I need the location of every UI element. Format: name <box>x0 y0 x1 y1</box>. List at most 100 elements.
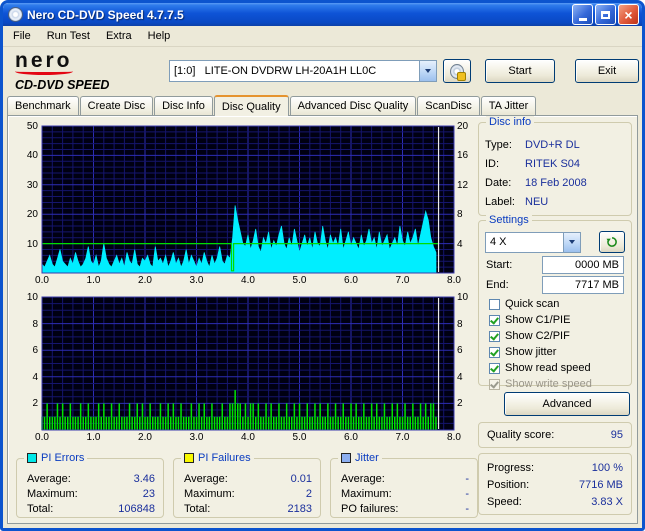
pie-maximum-label: Maximum: <box>27 487 78 500</box>
exit-button[interactable]: Exit <box>575 59 639 83</box>
pi-failures-title: PI Failures <box>198 452 251 464</box>
pie-average-label: Average: <box>27 472 71 485</box>
y-axis-left-tick: 20 <box>26 209 38 221</box>
pi-errors-title: PI Errors <box>41 452 85 464</box>
y-axis-left-tick: 10 <box>26 238 38 250</box>
checkbox-show-read-speed[interactable]: Show read speed <box>483 360 627 376</box>
speed-dropdown-arrow-icon[interactable] <box>563 232 580 252</box>
close-icon: × <box>624 6 633 23</box>
y-axis-right-tick: 8 <box>457 318 463 330</box>
maximize-button[interactable] <box>595 4 616 25</box>
pi-failures-legend: PI Failures Average: 0.01 Maximum: 2 Total… <box>173 452 321 518</box>
pif-maximum-value: 2 <box>305 487 312 500</box>
refresh-button[interactable] <box>599 231 625 253</box>
drive-properties-button[interactable] <box>443 59 471 83</box>
pie-total-label: Total: <box>27 502 54 515</box>
x-axis-tick: 2.0 <box>138 275 152 286</box>
y-axis-right-tick: 12 <box>457 179 469 191</box>
tab-scandisc[interactable]: ScanDisc <box>417 96 480 115</box>
x-axis-tick: 7.0 <box>395 432 410 443</box>
x-axis-tick: 0.0 <box>35 432 49 443</box>
y-axis-left-tick: 50 <box>26 121 38 132</box>
jitter-maximum-value: - <box>465 487 469 500</box>
jitter-maximum-label: Maximum: <box>341 487 392 500</box>
drive-selector[interactable]: [1:0] LITE-ON DVDRW LH-20A1H LL0C <box>169 60 437 82</box>
speed-label: Speed: <box>487 495 522 508</box>
checkbox-show-jitter[interactable]: Show jitter <box>483 344 627 360</box>
x-axis-tick: 3.0 <box>189 432 204 443</box>
checkbox-show-write-speed[interactable]: Show write speed <box>483 376 627 392</box>
disc-info-group: Disc info Type: DVD+R DL ID: RITEK S04 Dat… <box>478 116 632 216</box>
disc-id-value: RITEK S04 <box>525 157 581 170</box>
pie-chart: 10 20 30 40 50 4 8 12 16 20 0.0 1.0 2.0 3.0 4.0 5.0 6.0 7… <box>16 121 478 288</box>
minimize-button[interactable] <box>572 4 593 25</box>
close-button[interactable]: × <box>618 4 639 25</box>
disc-id-label: ID: <box>485 157 500 170</box>
jitter-legend: Jitter Average: - Maximum: - PO failures: - <box>330 452 478 518</box>
position-label: Position: <box>487 478 530 491</box>
drive-selector-value: [1:0] LITE-ON DVDRW LH-20A1H LL0C <box>174 65 377 77</box>
start-button[interactable]: Start <box>485 59 555 83</box>
jitter-average-value: - <box>465 472 469 485</box>
tab-disc-info[interactable]: Disc Info <box>154 96 213 115</box>
advanced-button[interactable]: Advanced <box>504 392 630 416</box>
nero-logo: nero CD-DVD SPEED <box>7 50 161 92</box>
tab-advanced-disc-quality[interactable]: Advanced Disc Quality <box>289 96 417 115</box>
po-failures-label: PO failures: <box>341 502 399 515</box>
speed-value: 3.83 X <box>591 495 623 508</box>
tab-disc-quality[interactable]: Disc Quality <box>213 95 289 116</box>
disc-label-value: NEU <box>525 195 549 208</box>
pif-average-value: 0.01 <box>290 472 312 485</box>
y-axis-right-tick: 2 <box>457 398 463 410</box>
toolbar: nero CD-DVD SPEED [1:0] LITE-ON DVDRW LH… <box>3 47 642 95</box>
refresh-icon <box>606 237 617 247</box>
y-axis-right-tick: 8 <box>457 209 463 221</box>
quality-score-label: Quality score: <box>487 429 555 441</box>
x-axis-tick: 8.0 <box>447 432 461 443</box>
y-axis-right-tick: 20 <box>457 121 469 132</box>
pie-color-swatch <box>27 453 37 463</box>
checkbox-show-c2-pif[interactable]: Show C2/PIF <box>483 328 627 344</box>
y-axis-left-tick: 30 <box>26 179 38 191</box>
pif-color-swatch <box>184 453 194 463</box>
start-position-field[interactable]: 0000 MB <box>542 256 624 274</box>
y-axis-right-tick: 10 <box>457 292 469 303</box>
y-axis-left-tick: 8 <box>32 318 38 330</box>
x-axis-tick: 2.0 <box>138 432 152 443</box>
title-bar[interactable]: Nero CD-DVD Speed 4.7.7.5 × <box>3 3 642 26</box>
menu-extra[interactable]: Extra <box>98 27 140 45</box>
y-axis-left-tick: 2 <box>32 398 38 410</box>
disc-type-value: DVD+R DL <box>525 138 580 151</box>
x-axis-tick: 6.0 <box>344 432 358 443</box>
checkbox-icon <box>489 362 500 374</box>
y-axis-right-tick: 16 <box>457 150 469 162</box>
speed-selector[interactable]: 4 X <box>485 231 581 253</box>
x-axis-tick: 1.0 <box>86 275 101 286</box>
end-position-label: End: <box>486 279 509 291</box>
pie-total-value: 106848 <box>118 502 155 515</box>
disc-quality-page: 10 20 30 40 50 4 8 12 16 20 0.0 1.0 2.0 3.0 4.0 5.0 6.0 7… <box>7 115 638 524</box>
menu-file[interactable]: File <box>5 27 39 45</box>
product-name-text: CD-DVD SPEED <box>15 77 110 92</box>
right-panel: Disc info Type: DVD+R DL ID: RITEK S04 Dat… <box>478 116 632 518</box>
window-title: Nero CD-DVD Speed 4.7.7.5 <box>27 7 184 22</box>
checkbox-show-c1-pie[interactable]: Show C1/PIE <box>483 312 627 328</box>
menu-run-test[interactable]: Run Test <box>39 27 98 45</box>
dropdown-arrow-icon[interactable] <box>419 61 436 81</box>
tab-benchmark[interactable]: Benchmark <box>7 96 79 115</box>
quality-score-box: Quality score: 95 <box>478 422 632 448</box>
tab-ta-jitter[interactable]: TA Jitter <box>480 96 537 115</box>
x-axis-tick: 8.0 <box>447 275 461 286</box>
checkbox-quick-scan[interactable]: Quick scan <box>483 296 627 312</box>
y-axis-left-tick: 40 <box>26 150 38 162</box>
disc-type-label: Type: <box>485 138 512 151</box>
menu-help[interactable]: Help <box>140 27 179 45</box>
tab-create-disc[interactable]: Create Disc <box>79 96 154 115</box>
x-axis-tick: 5.0 <box>292 275 307 286</box>
menu-bar: File Run Test Extra Help <box>3 26 642 47</box>
end-position-field[interactable]: 7717 MB <box>542 276 624 294</box>
disc-info-title: Disc info <box>489 116 532 128</box>
pie-average-value: 3.46 <box>133 472 155 485</box>
checkbox-icon <box>489 314 500 326</box>
jitter-color-swatch <box>341 453 351 463</box>
